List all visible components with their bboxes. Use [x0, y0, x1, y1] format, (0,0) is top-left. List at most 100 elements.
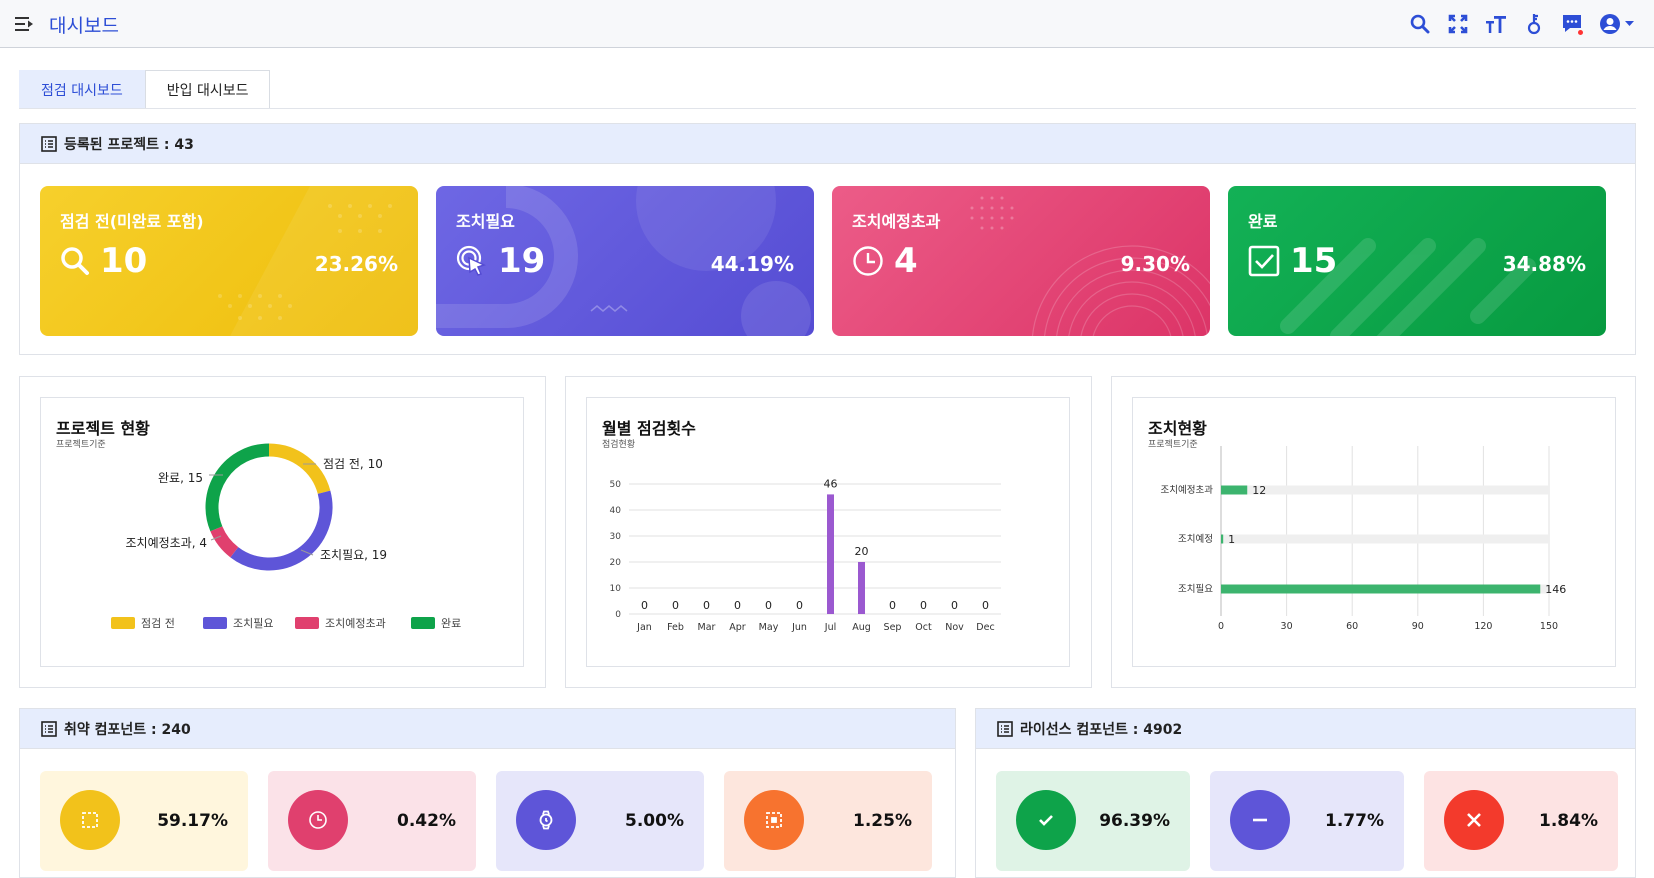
key-icon[interactable]	[1522, 12, 1546, 36]
license-card-2[interactable]: 1.77%	[1210, 771, 1404, 871]
y-tick-label: 조치필요	[1178, 583, 1213, 595]
legend-swatch	[203, 617, 227, 629]
card-value: 59.17%	[157, 811, 228, 831]
tab-inspection-dashboard[interactable]: 점검 대시보드	[19, 70, 145, 109]
data-label: 20	[855, 545, 869, 558]
bar-track	[1221, 534, 1549, 544]
x-tick-label: Nov	[945, 622, 964, 633]
license-card-3[interactable]: 1.84%	[1424, 771, 1618, 871]
bar-chart: 0 10 20 30 40 50 0 Jan 0 Feb 0 Mar 0 Apr 0 May 0 Jun 46 Jul…	[610, 477, 1001, 633]
data-label: 0	[951, 599, 958, 612]
y-tick-label: 조치예정	[1178, 533, 1213, 545]
x-tick-label: 120	[1474, 621, 1492, 632]
stat-card-before-inspection[interactable]: 점검 전(미완료 포함) 10 23.26%	[40, 186, 418, 336]
clock-icon	[288, 790, 348, 850]
legend-label: 조치필요	[233, 617, 273, 630]
bar	[827, 494, 834, 614]
font-size-icon[interactable]	[1484, 12, 1508, 36]
license-card-1[interactable]: 96.39%	[996, 771, 1190, 871]
stat-card-overdue[interactable]: 조치예정초과 4 9.30%	[832, 186, 1210, 336]
search-icon[interactable]	[1408, 12, 1432, 36]
fullscreen-icon[interactable]	[1446, 12, 1470, 36]
data-label: 0	[796, 599, 803, 612]
x-tick-label: May	[759, 622, 779, 633]
y-tick-label: 30	[610, 532, 622, 542]
stat-card-complete[interactable]: 완료 15 34.88%	[1228, 186, 1606, 336]
data-label: 0	[734, 599, 741, 612]
data-label: 1	[1228, 533, 1235, 546]
touch-icon	[456, 245, 487, 276]
x-tick-label: 60	[1346, 621, 1358, 632]
horizontal-bar-chart: 0 30 60 90 120 150 12 조치예정초과 1 조치예정 146 조치필요	[1161, 446, 1566, 632]
x-tick-label: Dec	[976, 622, 994, 633]
card-percent: 23.26%	[314, 252, 398, 276]
card-title: 점검 전(미완료 포함)	[60, 212, 204, 231]
card-value: 0.42%	[397, 811, 456, 831]
data-label: 점검 전, 10	[323, 457, 383, 471]
legend-swatch	[111, 617, 135, 629]
card-value: 5.00%	[625, 811, 684, 831]
x-tick-label: Jun	[791, 622, 807, 633]
x-tick-label: Sep	[884, 622, 902, 633]
card-title: 조치필요	[456, 212, 515, 231]
vulnerable-card-2[interactable]: 0.42%	[268, 771, 476, 871]
legend-label: 점검 전	[141, 617, 175, 630]
card-title: 조치예정초과	[852, 212, 941, 231]
dashboard-tabs: 점검 대시보드 반입 대시보드	[19, 70, 271, 109]
data-label: 0	[765, 599, 772, 612]
vulnerable-heading: 취약 컴포넌트 : 240	[64, 721, 191, 738]
y-tick-label: 50	[610, 480, 622, 490]
card-count: 10	[100, 241, 148, 281]
donut-slice	[268, 443, 331, 495]
data-label: 0	[672, 599, 679, 612]
projects-heading: 등록된 프로젝트 : 43	[64, 136, 194, 153]
search-icon	[61, 247, 89, 275]
data-label: 146	[1545, 583, 1566, 596]
data-label: 0	[703, 599, 710, 612]
donut-slice	[210, 526, 239, 558]
bar	[858, 562, 865, 614]
data-label: 조치필요, 19	[320, 548, 387, 562]
notification-dot-icon	[1578, 30, 1583, 35]
tab-import-dashboard[interactable]: 반입 대시보드	[144, 70, 271, 109]
bar	[1221, 485, 1248, 495]
y-tick-label: 20	[610, 558, 622, 568]
donut-chart: 점검 전, 10 조치필요, 19 조치예정초과, 4 완료, 15 점검 전 조치필요 조…	[111, 443, 461, 630]
x-tick-label: Jul	[824, 622, 836, 633]
top-bar: 대시보드	[0, 0, 1654, 48]
tab-divider	[19, 108, 1636, 109]
check-square-icon	[1248, 245, 1280, 277]
bar	[1221, 584, 1541, 594]
x-tick-label: Jan	[636, 622, 652, 633]
data-label: 조치예정초과, 4	[125, 536, 207, 550]
data-label: 0	[920, 599, 927, 612]
legend-swatch	[411, 617, 435, 629]
list-icon	[997, 720, 1013, 737]
chat-icon[interactable]	[1560, 12, 1584, 36]
vulnerable-card-3[interactable]: 5.00%	[496, 771, 704, 871]
caret-down-icon[interactable]	[1624, 12, 1634, 36]
user-icon[interactable]	[1598, 12, 1622, 36]
data-label: 0	[889, 599, 896, 612]
data-label: 0	[641, 599, 648, 612]
menu-icon[interactable]	[14, 14, 34, 34]
vulnerable-card-1[interactable]: 59.17%	[40, 771, 248, 871]
y-tick-label: 조치예정초과	[1161, 484, 1214, 496]
x-tick-label: 0	[1218, 621, 1224, 632]
bar	[1221, 534, 1224, 544]
legend-swatch	[295, 617, 319, 629]
card-percent: 34.88%	[1502, 252, 1586, 276]
license-heading: 라이선스 컴포넌트 : 4902	[1020, 721, 1183, 738]
stat-card-action-needed[interactable]: 조치필요 19 44.19%	[436, 186, 814, 336]
x-tick-label: Apr	[729, 622, 746, 633]
minus-icon	[1230, 790, 1290, 850]
close-icon	[1444, 790, 1504, 850]
bar-track	[1221, 485, 1549, 495]
legend-label: 완료	[441, 617, 461, 630]
card-value: 1.25%	[853, 811, 912, 831]
card-count: 4	[894, 241, 918, 281]
x-tick-label: Aug	[852, 622, 871, 633]
vulnerable-card-4[interactable]: 1.25%	[724, 771, 932, 871]
data-label: 0	[982, 599, 989, 612]
y-tick-label: 0	[615, 610, 621, 620]
